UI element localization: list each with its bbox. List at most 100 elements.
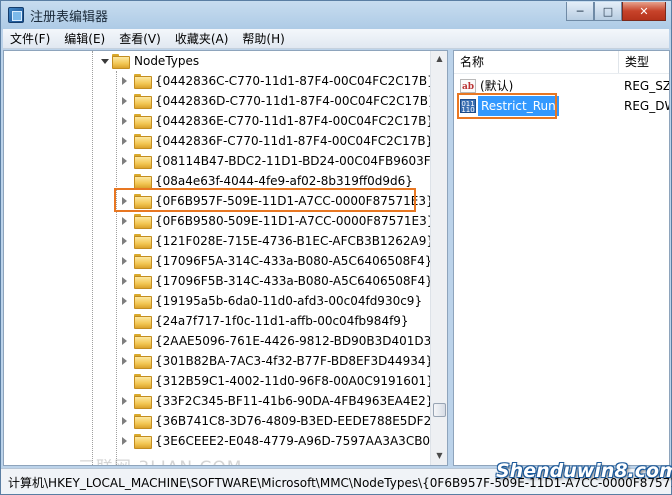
tree-node-label: {0442836C-C770-11d1-87F4-00C04FC2C17B} (155, 74, 435, 88)
folder-icon (134, 254, 152, 269)
folder-icon (134, 154, 152, 169)
folder-icon (134, 134, 152, 149)
tree-node[interactable]: {36B741C8-3D76-4809-B3ED-EEDE788E5DF2} (4, 411, 439, 431)
folder-icon (134, 354, 152, 369)
tree-node[interactable]: {0442836C-C770-11d1-87F4-00C04FC2C17B} (4, 71, 435, 91)
folder-icon (134, 434, 152, 449)
values-list-pane[interactable]: 名称 类型 ab (默认) REG_SZ 011 110 Restrict_Ru… (453, 50, 670, 466)
folder-icon (134, 234, 152, 249)
tree-node[interactable]: {24a7f717-1f0c-11d1-affb-00c04fb984f9} (4, 311, 424, 331)
scroll-up-icon[interactable]: ▲ (433, 52, 446, 66)
folder-icon (134, 274, 152, 289)
tree-node-label: {0442836E-C770-11d1-87F4-00C04FC2C17B} (155, 114, 434, 128)
tree-node-label: {17096F5A-314C-433a-B080-A5C6406508F4} (155, 254, 433, 268)
tree-node-label: {19195a5b-6da0-11d0-afd3-00c04fd930c9} (155, 294, 423, 308)
tree-node-label: {2AAE5096-761E-4426-9812-BD90B3D401D3} (155, 334, 439, 348)
tree-node-label: {0442836D-C770-11d1-87F4-00C04FC2C17B} (155, 94, 436, 108)
watermark-3lian: 三联网 3LIAN.COM (78, 453, 242, 465)
expand-arrow-icon[interactable] (122, 97, 127, 105)
registry-tree-pane[interactable]: NodeTypes {0442836C-C770-11d1-87F4-00C04… (3, 50, 448, 466)
expand-arrow-icon[interactable] (122, 297, 127, 305)
folder-icon (134, 114, 152, 129)
minimize-button[interactable]: ─ (566, 2, 594, 21)
menu-view[interactable]: 查看(V) (112, 29, 168, 49)
folder-icon (134, 294, 152, 309)
expand-arrow-icon[interactable] (122, 237, 127, 245)
menu-edit[interactable]: 编辑(E) (57, 29, 112, 49)
column-header-name[interactable]: 名称 (454, 51, 619, 73)
expand-arrow-icon[interactable] (122, 117, 127, 125)
tree-node[interactable]: {2AAE5096-761E-4426-9812-BD90B3D401D3} (4, 331, 439, 351)
tree-node[interactable]: {3E6CEEE2-E048-4779-A96D-7597AA3A3CB0} (4, 431, 438, 451)
menu-help[interactable]: 帮助(H) (235, 29, 291, 49)
folder-icon (134, 94, 152, 109)
expand-arrow-icon[interactable] (122, 397, 127, 405)
title-bar[interactable]: 注册表编辑器 ─ □ ✕ (1, 1, 671, 29)
tree-node-label: {24a7f717-1f0c-11d1-affb-00c04fb984f9} (155, 314, 409, 328)
selected-key-highlight (114, 188, 416, 212)
expand-arrow-icon[interactable] (122, 417, 127, 425)
folder-icon (134, 334, 152, 349)
tree-node-label: {301B82BA-7AC3-4f32-B77F-BD8EF3D44934} (155, 354, 434, 368)
expand-arrow-icon[interactable] (122, 277, 127, 285)
tree-node-label: {121F028E-715E-4736-B1EC-AFCB3B1262A9} (155, 234, 435, 248)
tree-node[interactable]: {0442836D-C770-11d1-87F4-00C04FC2C17B} (4, 91, 436, 111)
tree-node[interactable]: {0442836E-C770-11d1-87F4-00C04FC2C17B} (4, 111, 434, 131)
scroll-thumb[interactable] (433, 403, 446, 417)
collapse-arrow-icon[interactable] (101, 59, 109, 64)
folder-icon (134, 74, 152, 89)
folder-icon (134, 214, 152, 229)
watermark-shenduwin8: Shenduwin8.com (496, 456, 672, 490)
tree-node-label: {0F6B9580-509E-11D1-A7CC-0000F87571E3} (155, 214, 435, 228)
tree-node[interactable]: {312B59C1-4002-11d0-96F8-00A0C9191601} (4, 371, 434, 391)
folder-icon (134, 394, 152, 409)
tree-node[interactable]: {301B82BA-7AC3-4f32-B77F-BD8EF3D44934} (4, 351, 433, 371)
folder-icon (134, 174, 152, 189)
tree-node-label: {36B741C8-3D76-4809-B3ED-EEDE788E5DF2} (155, 414, 439, 428)
tree-node-nodetypes[interactable]: NodeTypes (4, 51, 424, 71)
expand-arrow-icon[interactable] (122, 357, 127, 365)
tree-node-label: NodeTypes (134, 54, 200, 68)
tree-node[interactable]: {0F6B9580-509E-11D1-A7CC-0000F87571E3} (4, 211, 434, 231)
tree-node[interactable]: {0442836F-C770-11d1-87F4-00C04FC2C17B} (4, 131, 433, 151)
header-divider (454, 73, 669, 74)
maximize-button[interactable]: □ (594, 2, 622, 21)
tree-node[interactable]: {33F2C345-BF11-41b6-90DA-4FB4963EA4E2} (4, 391, 433, 411)
folder-icon (134, 374, 152, 389)
menu-favorites[interactable]: 收藏夹(A) (168, 29, 236, 49)
tree-node[interactable]: {121F028E-715E-4736-B1EC-AFCB3B1262A9} (4, 231, 434, 251)
column-header-type[interactable]: 类型 (619, 51, 669, 73)
expand-arrow-icon[interactable] (122, 77, 127, 85)
menu-bar: 文件(F) 编辑(E) 查看(V) 收藏夹(A) 帮助(H) (3, 29, 669, 49)
regedit-app-icon (8, 7, 24, 23)
value-type: REG_SZ (624, 79, 670, 93)
window-controls: ─ □ ✕ (566, 2, 666, 21)
folder-icon (134, 414, 152, 429)
string-value-icon: ab (460, 79, 476, 93)
tree-vertical-scrollbar[interactable]: ▲ ▼ (430, 51, 447, 465)
expand-arrow-icon[interactable] (122, 217, 127, 225)
value-type: REG_DWORD (624, 99, 669, 113)
close-button[interactable]: ✕ (622, 2, 666, 21)
window-title: 注册表编辑器 (30, 10, 109, 25)
expand-arrow-icon[interactable] (122, 337, 127, 345)
tree-node[interactable]: {17096F5B-314C-433a-B080-A5C6406508F4} (4, 271, 433, 291)
expand-arrow-icon[interactable] (122, 157, 127, 165)
tree-node-label: {17096F5B-314C-433a-B080-A5C6406508F4} (155, 274, 433, 288)
expand-arrow-icon[interactable] (122, 137, 127, 145)
expand-arrow-icon[interactable] (122, 257, 127, 265)
tree-node-label: {0442836F-C770-11d1-87F4-00C04FC2C17B} (155, 134, 434, 148)
tree-node[interactable]: {08114B47-BDC2-11D1-BD24-00C04FB9603F} (4, 151, 438, 171)
scroll-down-icon[interactable]: ▼ (433, 449, 446, 463)
expand-arrow-icon[interactable] (122, 437, 127, 445)
tree-node-label: {33F2C345-BF11-41b6-90DA-4FB4963EA4E2} (155, 394, 434, 408)
watermark-shenduwin8-text: Shenduwin8.com (496, 460, 672, 482)
tree-node[interactable]: {19195a5b-6da0-11d0-afd3-00c04fd930c9} (4, 291, 424, 311)
tree-node-label: {3E6CEEE2-E048-4779-A96D-7597AA3A3CB0} (155, 434, 438, 448)
value-highlight-box (457, 93, 557, 119)
registry-editor-window: 注册表编辑器 ─ □ ✕ 文件(F) 编辑(E) 查看(V) 收藏夹(A) 帮助… (0, 0, 672, 495)
menu-file[interactable]: 文件(F) (3, 29, 57, 49)
tree-node-label: {312B59C1-4002-11d0-96F8-00A0C9191601} (155, 374, 434, 388)
tree-node[interactable]: {17096F5A-314C-433a-B080-A5C6406508F4} (4, 251, 432, 271)
folder-icon (134, 314, 152, 329)
